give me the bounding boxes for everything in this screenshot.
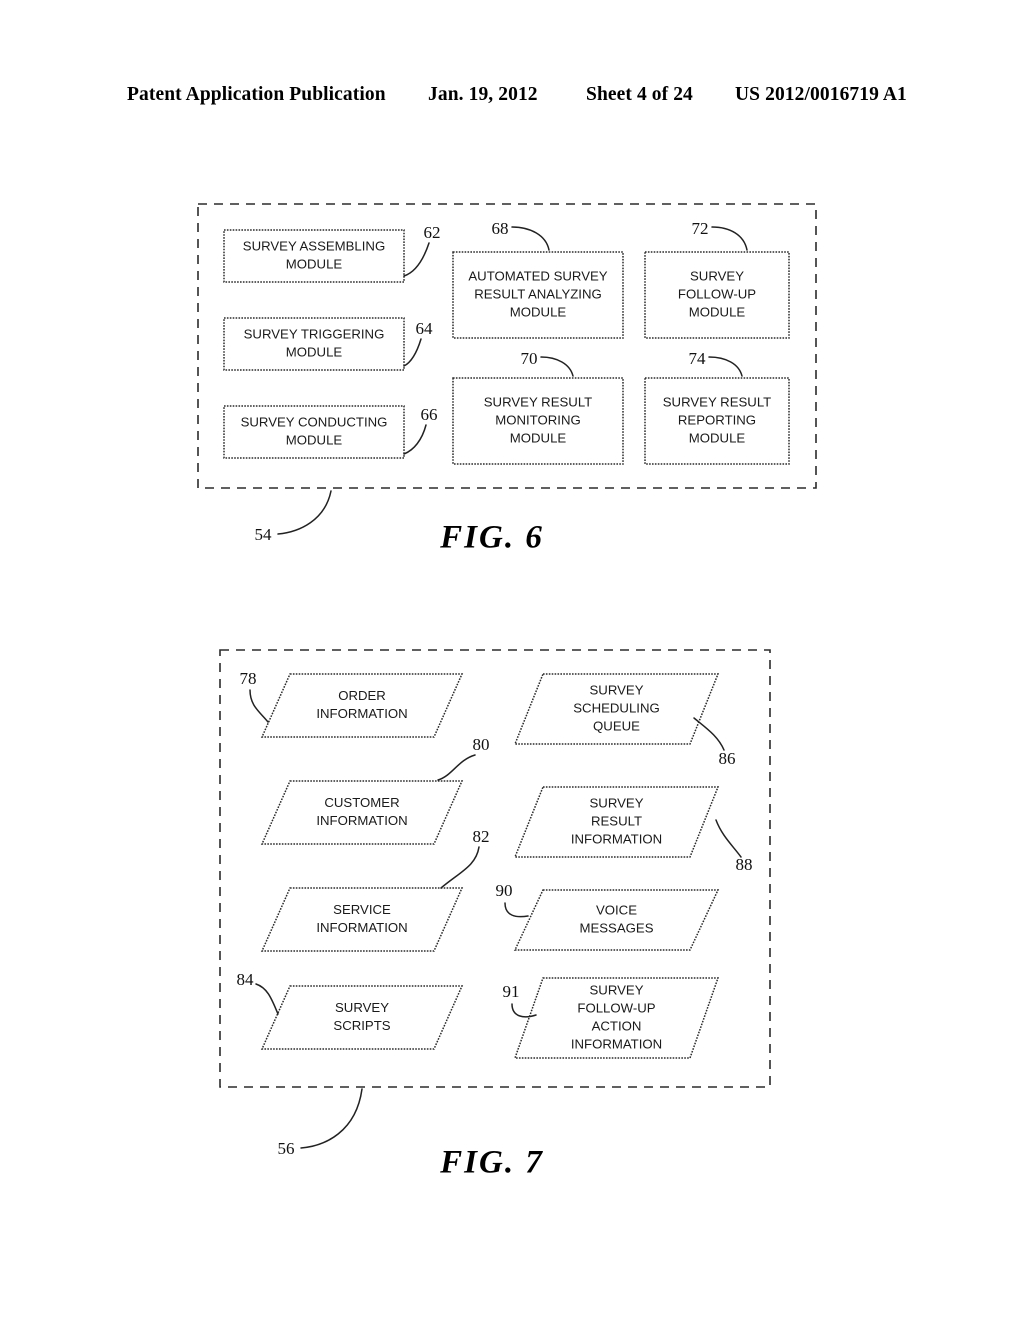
reference-numeral: 64 bbox=[416, 319, 434, 338]
reference-numeral: 62 bbox=[424, 223, 441, 242]
reference-leader-line bbox=[715, 819, 742, 858]
node-label-line: MODULE bbox=[286, 432, 343, 447]
diagram-node: ORDER INFORMATION 78 bbox=[240, 669, 464, 738]
node-label-line: VOICE bbox=[596, 902, 637, 917]
node-label-line: SURVEY bbox=[690, 268, 744, 283]
node-label-line: INFORMATION bbox=[316, 920, 407, 935]
reference-leader-line bbox=[403, 424, 427, 455]
figure-6: SURVEY ASSEMBLING MODULE 62 SURVEY TRIGGERI… bbox=[197, 203, 817, 556]
reference-numeral: 91 bbox=[503, 982, 520, 1001]
diagram-node: CUSTOMER INFORMATION 80 bbox=[260, 735, 490, 845]
reference-leader-line bbox=[249, 689, 269, 723]
node-label-line: SERVICE bbox=[333, 902, 391, 917]
figure-7: ORDER INFORMATION 78 CUSTOMER INFORMATION 80 S… bbox=[219, 649, 771, 1181]
container-reference-leader-line bbox=[300, 1088, 363, 1149]
node-label-line: SURVEY RESULT bbox=[663, 394, 771, 409]
reference-numeral: 80 bbox=[473, 735, 490, 754]
node-label-line: MODULE bbox=[510, 430, 567, 445]
reference-leader-line bbox=[437, 754, 476, 781]
container-reference-numeral: 56 bbox=[278, 1139, 295, 1158]
node-label-line: MODULE bbox=[286, 344, 343, 359]
node-label-line: INFORMATION bbox=[316, 813, 407, 828]
diagram-node: SURVEY CONDUCTING MODULE 66 bbox=[223, 405, 438, 459]
reference-numeral: 82 bbox=[473, 827, 490, 846]
node-label-line: ORDER bbox=[338, 688, 386, 703]
reference-leader-line bbox=[708, 356, 743, 377]
node-label-line: SURVEY bbox=[335, 1000, 389, 1015]
figure-label: FIG. 6 bbox=[439, 520, 544, 556]
reference-leader-line bbox=[511, 226, 550, 251]
diagram-node: SURVEY TRIGGERING MODULE 64 bbox=[223, 317, 434, 371]
reference-numeral: 74 bbox=[689, 349, 707, 368]
node-label-line: SURVEY RESULT bbox=[484, 394, 592, 409]
node-label-line: SURVEY bbox=[590, 795, 644, 810]
diagram-node: SURVEY SCRIPTS 84 bbox=[237, 970, 464, 1050]
node-label-line: SURVEY TRIGGERING bbox=[244, 326, 385, 341]
diagram-node: SURVEY RESULT MONITORING MODULE 70 bbox=[452, 349, 624, 465]
node-label-line: INFORMATION bbox=[316, 706, 407, 721]
diagram-node: SURVEY RESULT INFORMATION 88 bbox=[513, 786, 753, 874]
diagram-node: SURVEY FOLLOW-UP MODULE 72 bbox=[644, 219, 790, 339]
node-label-line: FOLLOW-UP bbox=[678, 286, 756, 301]
node-label-line: INFORMATION bbox=[571, 1036, 662, 1051]
node-label-line: AUTOMATED SURVEY bbox=[468, 268, 607, 283]
node-label-line: SURVEY bbox=[590, 982, 644, 997]
diagram-node: SURVEY RESULT REPORTING MODULE 74 bbox=[644, 349, 790, 465]
node-label-line: CUSTOMER bbox=[324, 795, 399, 810]
reference-leader-line bbox=[255, 983, 279, 1015]
node-label-line: MONITORING bbox=[495, 412, 580, 427]
container-reference-numeral: 54 bbox=[255, 525, 273, 544]
reference-numeral: 86 bbox=[719, 749, 736, 768]
patent-drawing-page: Patent Application Publication Jan. 19, … bbox=[0, 0, 1024, 1320]
node-label-line: FOLLOW-UP bbox=[577, 1000, 655, 1015]
node-label-line: SURVEY CONDUCTING bbox=[241, 414, 388, 429]
node-label-line: RESULT ANALYZING bbox=[474, 286, 602, 301]
node-label-line: ACTION bbox=[592, 1018, 642, 1033]
node-label-line: SCRIPTS bbox=[333, 1018, 390, 1033]
node-label-line: MODULE bbox=[286, 256, 343, 271]
reference-numeral: 90 bbox=[496, 881, 513, 900]
node-label-line: MODULE bbox=[689, 430, 746, 445]
diagram-node: SURVEY FOLLOW-UP ACTION INFORMATION 91 bbox=[503, 977, 720, 1059]
node-label-line: SURVEY ASSEMBLING bbox=[243, 238, 385, 253]
reference-numeral: 72 bbox=[692, 219, 709, 238]
reference-numeral: 88 bbox=[736, 855, 753, 874]
node-label-line: RESULT bbox=[591, 813, 642, 828]
diagram-node: VOICE MESSAGES 90 bbox=[496, 881, 720, 951]
reference-numeral: 66 bbox=[421, 405, 438, 424]
node-label-line: MODULE bbox=[510, 304, 567, 319]
container-reference-leader-line bbox=[277, 490, 332, 535]
diagram-node: SURVEY SCHEDULING QUEUE 86 bbox=[513, 673, 736, 768]
reference-leader-line bbox=[540, 356, 574, 377]
node-label-line: REPORTING bbox=[678, 412, 756, 427]
reference-leader-line bbox=[440, 846, 480, 889]
diagram-node: AUTOMATED SURVEY RESULT ANALYZING MODULE 68 bbox=[452, 219, 624, 339]
reference-numeral: 78 bbox=[240, 669, 257, 688]
reference-numeral: 70 bbox=[521, 349, 538, 368]
diagram-node: SERVICE INFORMATION 82 bbox=[260, 827, 490, 952]
reference-leader-line bbox=[403, 338, 422, 367]
reference-numeral: 68 bbox=[492, 219, 509, 238]
reference-leader-line bbox=[403, 242, 430, 277]
reference-leader-line bbox=[711, 226, 748, 251]
node-label-line: SURVEY bbox=[590, 682, 644, 697]
reference-leader-line bbox=[504, 902, 529, 918]
node-label-line: SCHEDULING bbox=[573, 700, 659, 715]
diagram-node: SURVEY ASSEMBLING MODULE 62 bbox=[223, 223, 441, 283]
node-label-line: INFORMATION bbox=[571, 831, 662, 846]
node-label-line: QUEUE bbox=[593, 718, 640, 733]
reference-numeral: 84 bbox=[237, 970, 255, 989]
node-label-line: MESSAGES bbox=[579, 920, 653, 935]
figure-label: FIG. 7 bbox=[439, 1145, 544, 1181]
figures-canvas: SURVEY ASSEMBLING MODULE 62 SURVEY TRIGGERI… bbox=[197, 203, 817, 1181]
node-label-line: MODULE bbox=[689, 304, 746, 319]
